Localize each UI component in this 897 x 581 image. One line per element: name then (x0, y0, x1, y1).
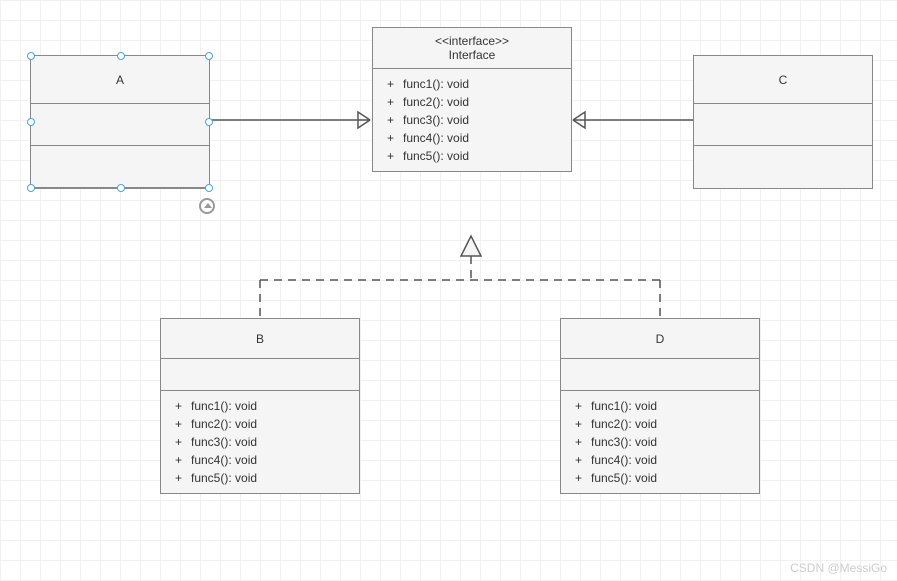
resize-handle-nw[interactable] (27, 52, 35, 60)
methods-compartment: +func1(): void +func2(): void +func3(): … (561, 391, 759, 493)
watermark: CSDN @MessiGo (790, 561, 887, 575)
resize-handle-e[interactable] (205, 118, 213, 126)
attributes-compartment (694, 104, 872, 146)
class-name: Interface (383, 48, 561, 62)
methods-compartment: +func1(): void +func2(): void +func3(): … (373, 69, 571, 171)
methods-compartment: +func1(): void +func2(): void +func3(): … (161, 391, 359, 493)
methods-compartment (31, 146, 209, 188)
class-c[interactable]: C (693, 55, 873, 189)
stereotype-label: <<interface>> (383, 34, 561, 48)
methods-compartment (694, 146, 872, 188)
class-name: D (561, 319, 759, 359)
attributes-compartment (161, 359, 359, 391)
class-a[interactable]: A (30, 55, 210, 189)
class-b[interactable]: B +func1(): void +func2(): void +func3()… (160, 318, 360, 494)
resize-handle-sw[interactable] (27, 184, 35, 192)
attributes-compartment (31, 104, 209, 146)
class-name: A (31, 56, 209, 104)
class-header: <<interface>> Interface (373, 28, 571, 69)
rotate-handle[interactable] (199, 198, 215, 214)
resize-handle-s[interactable] (117, 184, 125, 192)
resize-handle-w[interactable] (27, 118, 35, 126)
class-interface[interactable]: <<interface>> Interface +func1(): void +… (372, 27, 572, 172)
attributes-compartment (561, 359, 759, 391)
resize-handle-n[interactable] (117, 52, 125, 60)
class-name: C (694, 56, 872, 104)
resize-handle-se[interactable] (205, 184, 213, 192)
resize-handle-ne[interactable] (205, 52, 213, 60)
class-d[interactable]: D +func1(): void +func2(): void +func3()… (560, 318, 760, 494)
class-name: B (161, 319, 359, 359)
